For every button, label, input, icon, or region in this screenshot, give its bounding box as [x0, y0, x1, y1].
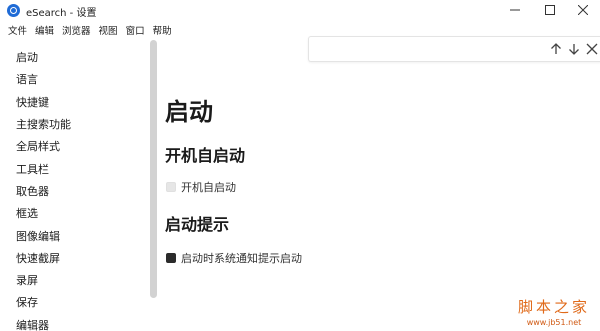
sidebar-item-global-style[interactable]: 全局样式: [0, 135, 148, 157]
startup-notice-option[interactable]: 启动时系统通知提示启动: [166, 250, 302, 266]
find-bar: [308, 36, 600, 62]
startup-notice-checkbox[interactable]: [166, 253, 176, 263]
sidebar-scrollbar[interactable]: [150, 40, 157, 298]
close-window-button[interactable]: [566, 0, 600, 20]
menu-help[interactable]: 帮助: [149, 23, 176, 37]
autostart-option[interactable]: 开机自启动: [166, 179, 236, 195]
find-previous-button[interactable]: [549, 42, 563, 56]
autostart-label: 开机自启动: [181, 181, 236, 194]
menu-view[interactable]: 视图: [95, 23, 122, 37]
minimize-button[interactable]: [498, 0, 532, 20]
close-icon: [586, 43, 598, 55]
find-close-button[interactable]: [585, 42, 599, 56]
maximize-button[interactable]: [533, 0, 567, 20]
close-icon: [578, 5, 588, 15]
settings-sidebar: 启动 语言 快捷键 主搜索功能 全局样式 工具栏 取色器 框选 图像编辑 快速截…: [0, 44, 148, 331]
section-title-autostart: 开机自启动: [165, 146, 246, 165]
menu-file[interactable]: 文件: [0, 23, 31, 37]
sidebar-item-main-search[interactable]: 主搜索功能: [0, 113, 148, 135]
maximize-icon: [545, 5, 555, 15]
sidebar-item-toolbar[interactable]: 工具栏: [0, 157, 148, 179]
watermark-url: www.jb51.net: [526, 318, 582, 327]
sidebar-item-color-picker[interactable]: 取色器: [0, 180, 148, 202]
menu-browser[interactable]: 浏览器: [58, 23, 95, 37]
watermark: 脚本之家 www.jb51.net: [518, 296, 590, 327]
menu-edit[interactable]: 编辑: [31, 23, 58, 37]
sidebar-item-language[interactable]: 语言: [0, 68, 148, 90]
find-input[interactable]: [309, 37, 539, 61]
menu-bar: 文件 编辑 浏览器 视图 窗口 帮助: [0, 20, 176, 40]
sidebar-item-screen-record[interactable]: 录屏: [0, 269, 148, 291]
watermark-title: 脚本之家: [517, 298, 590, 316]
sidebar-item-startup[interactable]: 启动: [0, 46, 148, 68]
arrow-up-icon: [551, 43, 561, 54]
window-title: eSearch - 设置: [26, 8, 97, 19]
title-bar: eSearch - 设置: [0, 0, 600, 20]
page-title: 启动: [165, 98, 213, 126]
arrow-down-icon: [569, 44, 579, 55]
find-next-button[interactable]: [567, 42, 581, 56]
sidebar-item-image-edit[interactable]: 图像编辑: [0, 224, 148, 246]
startup-notice-label: 启动时系统通知提示启动: [181, 252, 302, 265]
sidebar-item-save[interactable]: 保存: [0, 291, 148, 313]
sidebar-item-shortcuts[interactable]: 快捷键: [0, 91, 148, 113]
autostart-checkbox[interactable]: [166, 182, 176, 192]
minimize-icon: [510, 9, 520, 11]
section-title-startup-notice: 启动提示: [165, 215, 230, 234]
menu-window[interactable]: 窗口: [122, 23, 149, 37]
sidebar-item-quick-screenshot[interactable]: 快速截屏: [0, 247, 148, 269]
sidebar-item-editor[interactable]: 编辑器: [0, 314, 148, 331]
app-logo-icon: [7, 4, 20, 17]
sidebar-item-selection[interactable]: 框选: [0, 202, 148, 224]
